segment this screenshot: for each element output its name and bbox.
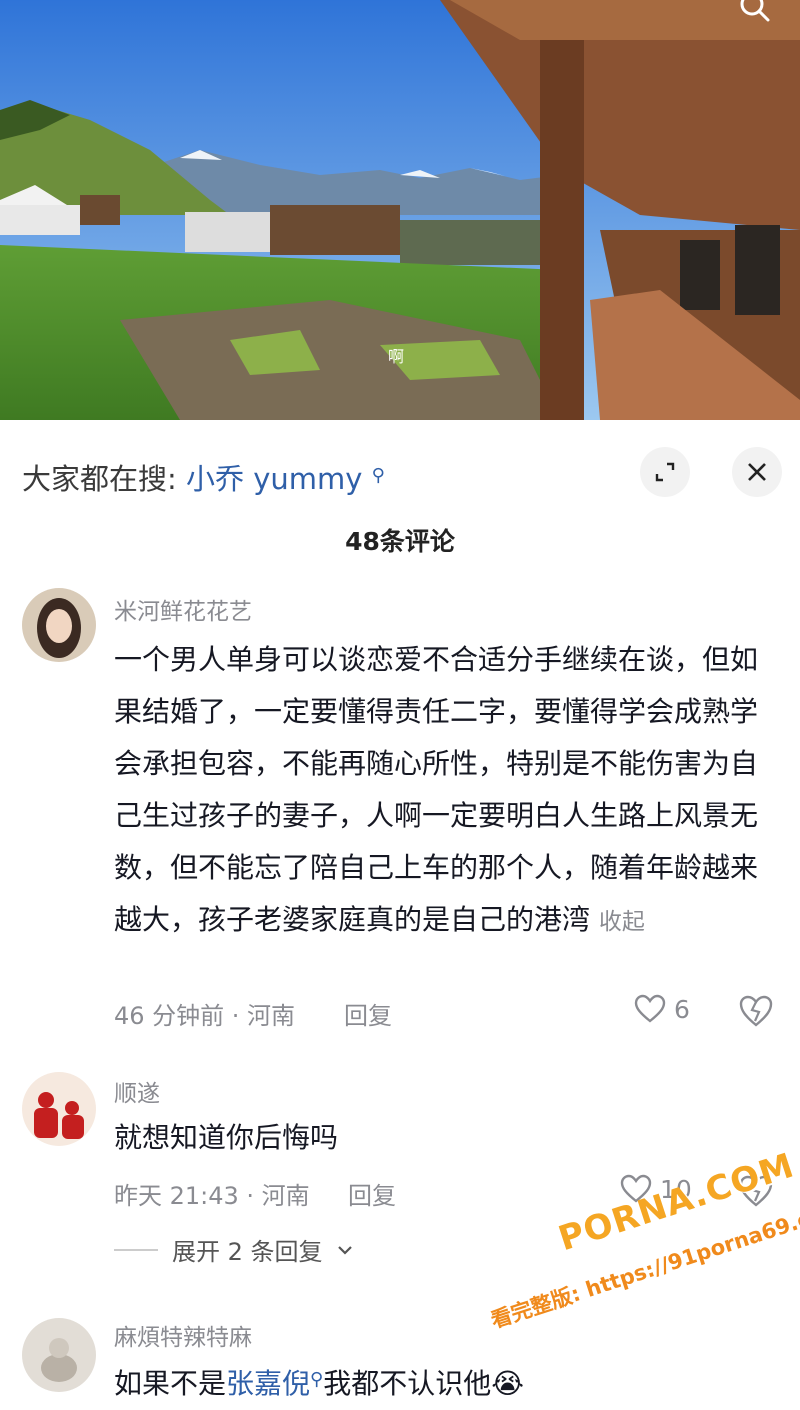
search-icon[interactable] (738, 0, 772, 26)
comment-time-location: 46 分钟前 · 河南 (114, 1002, 296, 1030)
search-suggestion-link[interactable]: 小乔 yummy (186, 462, 362, 496)
heart-icon (634, 994, 666, 1023)
dislike-icon[interactable] (738, 994, 774, 1028)
comment-username[interactable]: 顺遂 (114, 1074, 160, 1108)
expand-sheet-button[interactable] (640, 447, 690, 497)
comment-text-suffix: 我都不认识他😭 (323, 1367, 524, 1400)
comment-time-location: 昨天 21:43 · 河南 (114, 1182, 310, 1210)
expand-icon (655, 462, 675, 482)
comment-item: 麻煩特辣特麻 如果不是张嘉倪⚲我都不认识他😭 (0, 1314, 800, 1400)
comment-text: 一个男人单身可以谈恋爱不合适分手继续在谈，但如果结婚了，一定要懂得责任二字，要懂… (114, 634, 774, 948)
avatar[interactable] (22, 588, 96, 662)
comment-count: 48条评论 (345, 527, 455, 556)
close-button[interactable] (732, 447, 782, 497)
comment-username[interactable]: 麻煩特辣特麻 (114, 1318, 252, 1352)
comment-text: 就想知道你后悔吗 (114, 1121, 339, 1154)
mention-link[interactable]: 张嘉倪 (226, 1367, 310, 1400)
expand-replies-button[interactable]: 展开 2 条回复 (114, 1232, 353, 1267)
comment-username[interactable]: 米河鲜花花艺 (114, 592, 252, 626)
collapse-link[interactable]: 收起 (599, 909, 645, 935)
comment-text-prefix: 如果不是 (114, 1367, 227, 1400)
search-suggestion[interactable]: 大家都在搜: 小乔 yummy ⚲ (22, 456, 385, 498)
video-caption: 啊 (388, 347, 405, 366)
search-small-icon: ⚲ (310, 1369, 324, 1390)
like-count: 6 (674, 994, 690, 1024)
search-suggestion-label: 大家都在搜: (22, 462, 177, 496)
chevron-down-icon (337, 1245, 352, 1255)
comment-text: 如果不是张嘉倪⚲我都不认识他😭 (114, 1354, 774, 1410)
avatar[interactable] (22, 1072, 96, 1146)
reply-button[interactable]: 回复 (344, 996, 392, 1031)
search-small-icon: ⚲ (371, 465, 385, 486)
like-button[interactable]: 6 (634, 994, 690, 1024)
comment-text-content: 一个男人单身可以谈恋爱不合适分手继续在谈，但如果结婚了，一定要懂得责任二字，要懂… (114, 643, 759, 936)
reply-button[interactable]: 回复 (348, 1176, 396, 1211)
close-icon (748, 463, 766, 481)
expand-replies-label: 展开 2 条回复 (172, 1238, 323, 1266)
comment-item: 米河鲜花花艺 一个男人单身可以谈恋爱不合适分手继续在谈，但如果结婚了，一定要懂得… (0, 582, 800, 1030)
divider (114, 1248, 158, 1251)
avatar[interactable] (22, 1318, 96, 1392)
video-frame[interactable]: 啊 (0, 0, 800, 420)
